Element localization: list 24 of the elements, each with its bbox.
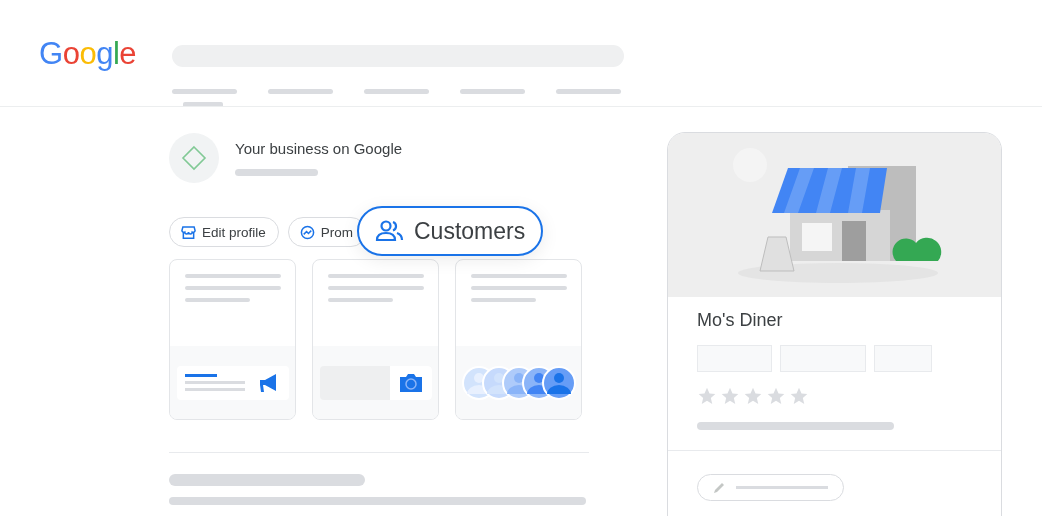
star-icon xyxy=(766,386,786,406)
nav-placeholder xyxy=(556,89,621,94)
star-icon xyxy=(789,386,809,406)
business-name: Mo's Diner xyxy=(697,310,784,331)
text-placeholder xyxy=(328,298,393,302)
nav-placeholder xyxy=(460,89,525,94)
nav-placeholder xyxy=(364,89,429,94)
action-chip[interactable]: Edit profile xyxy=(169,217,279,247)
google-logo[interactable]: Google xyxy=(39,36,137,72)
star-icon xyxy=(720,386,740,406)
nav-placeholder xyxy=(172,89,237,94)
text-placeholder xyxy=(471,298,536,302)
pencil-icon xyxy=(712,480,726,495)
business-title: Your business on Google xyxy=(235,140,403,157)
nav-placeholder xyxy=(268,89,333,94)
customers-tooltip[interactable]: Customers xyxy=(357,206,544,256)
trend-circle-icon xyxy=(299,224,315,240)
people-icon xyxy=(375,219,405,243)
tab-indicator xyxy=(183,102,223,106)
text-placeholder xyxy=(185,298,250,302)
star-icon xyxy=(697,386,717,406)
storefront-icon xyxy=(181,224,196,240)
star-icon xyxy=(743,386,763,406)
camera-icon xyxy=(397,371,424,394)
